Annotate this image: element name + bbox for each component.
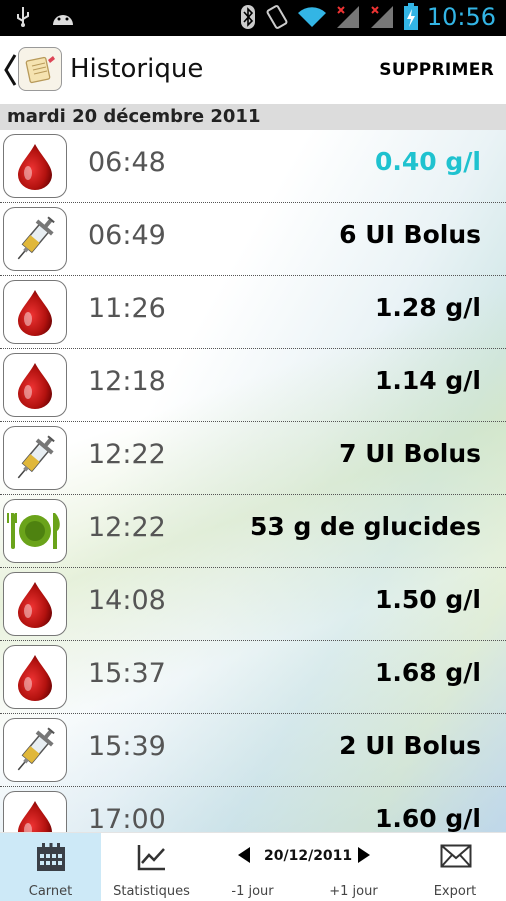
nav-export-label: Export (433, 884, 477, 899)
entry-row[interactable]: 06:48 0.40 g/l (0, 130, 506, 203)
syringe-icon (3, 718, 67, 782)
entry-time: 11:26 (88, 293, 166, 324)
status-time: 10:56 (426, 3, 496, 31)
entry-row[interactable]: 06:49 6 UI Bolus (0, 203, 506, 276)
entry-value: 6 UI Bolus (339, 220, 481, 249)
entry-time: 06:49 (88, 220, 166, 251)
entry-time: 12:18 (88, 366, 166, 397)
nav-export[interactable]: Export (404, 833, 506, 901)
entry-value: 1.68 g/l (375, 658, 481, 687)
entry-row[interactable]: 12:18 1.14 g/l (0, 349, 506, 422)
entry-value: 7 UI Bolus (339, 439, 481, 468)
nav-carnet-label: Carnet (28, 884, 73, 899)
entry-value: 1.14 g/l (375, 366, 481, 395)
back-chevron-icon[interactable] (3, 53, 17, 87)
page-title: Historique (70, 54, 204, 84)
android-icon (53, 15, 73, 25)
entry-time: 06:48 (88, 147, 166, 178)
nav-statistiques[interactable]: Statistiques (101, 833, 202, 901)
entry-value: 0.40 g/l (375, 147, 481, 176)
blood-drop-icon (3, 645, 67, 709)
arrow-right-icon (358, 847, 370, 863)
entry-value: 2 UI Bolus (339, 731, 481, 760)
blood-drop-icon (3, 572, 67, 636)
syringe-icon (3, 207, 67, 271)
blood-drop-icon (3, 353, 67, 417)
signal-icon-2 (370, 6, 393, 28)
entry-time: 12:22 (88, 439, 166, 470)
nav-carnet[interactable]: Carnet (0, 833, 101, 901)
entry-value: 1.28 g/l (375, 293, 481, 322)
entry-time: 14:08 (88, 585, 166, 616)
entry-value: 1.60 g/l (375, 804, 481, 832)
app-logo-icon[interactable] (18, 47, 62, 91)
action-bar: Historique SUPPRIMER (0, 36, 506, 104)
nav-next-day-label: +1 jour (329, 884, 378, 899)
usb-icon (17, 7, 29, 27)
battery-icon (403, 3, 418, 30)
entry-row[interactable]: 14:08 1.50 g/l (0, 568, 506, 641)
signal-icon (336, 6, 359, 28)
vibrate-icon (266, 5, 288, 29)
entry-row[interactable]: 15:39 2 UI Bolus (0, 714, 506, 787)
entry-row[interactable]: 11:26 1.28 g/l (0, 276, 506, 349)
blood-drop-icon (3, 134, 67, 198)
nav-statistiques-label: Statistiques (113, 884, 190, 899)
date-header: mardi 20 décembre 2011 (0, 104, 506, 130)
bottom-navigation: Carnet Statistiques -1 jour 20/12/2011 +… (0, 832, 506, 901)
entry-row[interactable]: 12:22 7 UI Bolus (0, 422, 506, 495)
entry-time: 12:22 (88, 512, 166, 543)
arrow-left-icon (238, 847, 250, 863)
bluetooth-icon (240, 5, 255, 29)
nav-prev-day[interactable]: -1 jour (202, 833, 303, 901)
entry-time: 17:00 (88, 804, 166, 832)
entry-row[interactable]: 17:00 1.60 g/l (0, 787, 506, 832)
nav-prev-day-label: -1 jour (231, 884, 274, 899)
history-list: mardi 20 décembre 2011 06:48 0.40 g/l 06:4… (0, 104, 506, 832)
blood-drop-icon (3, 791, 67, 832)
entry-time: 15:37 (88, 658, 166, 689)
status-bar: 10:56 (0, 0, 506, 36)
syringe-icon (3, 426, 67, 490)
delete-button[interactable]: SUPPRIMER (379, 60, 494, 80)
envelope-icon (440, 844, 472, 868)
line-chart-icon (137, 845, 165, 871)
blood-drop-icon (3, 280, 67, 344)
nav-next-day[interactable]: +1 jour (303, 833, 404, 901)
calendar-icon (37, 843, 65, 871)
wifi-icon (297, 7, 326, 27)
entry-row[interactable]: 15:37 1.68 g/l (0, 641, 506, 714)
entry-time: 15:39 (88, 731, 166, 762)
entries-container: 06:48 0.40 g/l 06:49 6 UI Bolus 11:26 1.28 g/… (0, 130, 506, 832)
entry-value: 53 g de glucides (249, 512, 481, 541)
meal-icon (3, 499, 67, 563)
entry-value: 1.50 g/l (375, 585, 481, 614)
entry-row[interactable]: 12:22 53 g de glucides (0, 495, 506, 568)
